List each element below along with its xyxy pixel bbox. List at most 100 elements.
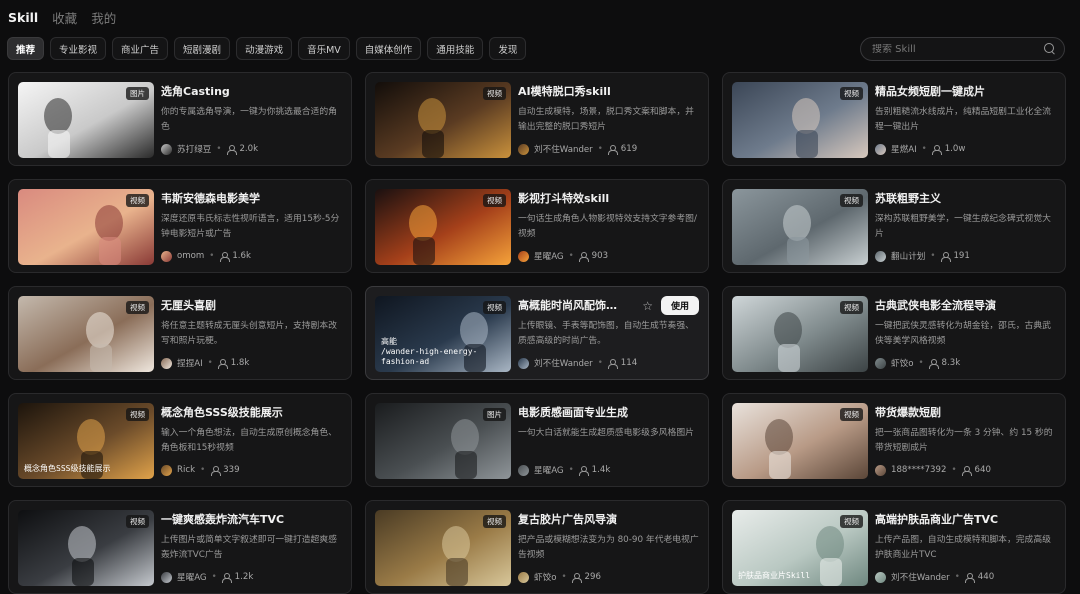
card-thumbnail: 视频: [375, 510, 511, 586]
separator-dot: •: [918, 358, 924, 368]
skill-card[interactable]: 视频 带货爆款短剧 把一张商品图转化为一条 3 分钟、约 15 秒的带货短剧成片…: [722, 393, 1066, 487]
card-thumbnail: 图片: [375, 403, 511, 479]
avatar: [518, 357, 529, 369]
card-meta: 捏捏AI • 1.8k: [161, 356, 342, 370]
user-count: 1.6k: [232, 251, 251, 261]
media-type-badge: 视频: [126, 408, 149, 421]
avatar: [875, 571, 886, 583]
user-count: 191: [953, 251, 970, 261]
media-type-badge: 视频: [483, 87, 506, 100]
avatar: [161, 143, 172, 155]
skill-card[interactable]: 视频 韦斯安德森电影美学 深度还原韦氏标志性视听语言，适用15秒-5分钟电影短片…: [8, 179, 352, 273]
author-name[interactable]: omom: [177, 251, 204, 261]
author-name[interactable]: 刘不住Wander: [534, 357, 593, 369]
thumbnail-caption-line: 高能: [381, 337, 397, 346]
avatar: [875, 143, 886, 155]
category-anime-game[interactable]: 动漫游戏: [236, 37, 293, 60]
user-icon: [962, 465, 973, 476]
media-type-badge: 视频: [483, 301, 506, 314]
card-thumbnail: 护肤品商业片Skill 视频: [732, 510, 868, 586]
thumbnail-caption: 护肤品商业片Skill: [738, 571, 810, 581]
user-count: 114: [620, 358, 638, 368]
category-film[interactable]: 专业影视: [50, 37, 107, 60]
skill-card[interactable]: 视频 AI模特脱口秀skill 自动生成模特，场景，脱口秀文案和脚本，并输出完整…: [365, 72, 709, 166]
avatar: [518, 571, 529, 583]
author-name[interactable]: 星燃AI: [891, 143, 917, 155]
skill-card[interactable]: 视频 精品女频短剧一键成片 告别粗糙流水线成片，纯精品短剧工业化全流程一键出片 …: [722, 72, 1066, 166]
nav-skill[interactable]: Skill: [8, 10, 38, 25]
avatar: [161, 464, 172, 476]
card-title: 带货爆款短剧: [875, 406, 941, 419]
author-name[interactable]: Rick: [177, 465, 195, 475]
skill-card[interactable]: 视频 苏联粗野主义 深构苏联粗野美学，一键生成纪念碑式视觉大片 翻山计划 • 1…: [722, 179, 1066, 273]
user-icon: [579, 251, 590, 262]
user-count: 903: [591, 251, 609, 261]
skill-card[interactable]: 视频 古典武侠电影全流程导演 一键把武侠灵感转化为胡金铨，邵氏，古典武侠等美学风…: [722, 286, 1066, 380]
skill-card[interactable]: 图片 电影质感画面专业生成 一句大白话就能生成超质感电影级多风格图片 星曜AG …: [365, 393, 709, 487]
category-music-mv[interactable]: 音乐MV: [298, 37, 350, 60]
author-name[interactable]: 苏打绿豆: [177, 143, 211, 155]
nav-favorites[interactable]: 收藏: [52, 8, 77, 27]
user-count: 1.4k: [591, 465, 611, 475]
separator-dot: •: [568, 465, 574, 475]
separator-dot: •: [951, 465, 957, 475]
user-icon: [608, 358, 619, 369]
author-name[interactable]: 星曜AG: [534, 464, 564, 476]
author-name[interactable]: 捏捏AI: [177, 357, 203, 369]
star-icon[interactable]: ☆: [642, 300, 653, 312]
user-icon: [210, 465, 221, 476]
author-name[interactable]: 刘不住Wander: [534, 143, 593, 155]
skill-card[interactable]: 高能/wander-high-energy-fashion-ad 视频 高概能时…: [365, 286, 709, 380]
card-description: 将任意主题转成无厘头创意短片，支持剧本改写和照片玩梗。: [161, 321, 337, 346]
author-name[interactable]: 星曜AG: [534, 250, 564, 262]
category-short-drama[interactable]: 短剧漫剧: [174, 37, 231, 60]
card-description: 一句话生成角色人物影视特效支持文字参考图/视频: [518, 214, 697, 239]
category-general[interactable]: 通用技能: [427, 37, 484, 60]
author-name[interactable]: 翻山计划: [891, 250, 925, 262]
card-description: 你的专属选角导演，一键为你挑选最合适的角色: [161, 107, 337, 132]
thumbnail-caption: 高能/wander-high-energy-fashion-ad: [381, 337, 511, 367]
media-type-badge: 视频: [126, 194, 149, 207]
skill-card[interactable]: 视频 一键爽感轰炸流汽车TVC 上传图片或简单文字叙述即可一键打造超爽感轰炸流T…: [8, 500, 352, 594]
author-name[interactable]: 刘不住Wander: [891, 571, 950, 583]
separator-dot: •: [200, 465, 206, 475]
category-self-media[interactable]: 自媒体创作: [355, 37, 422, 60]
search-input[interactable]: [872, 43, 1044, 55]
media-type-badge: 视频: [840, 408, 863, 421]
category-recommend[interactable]: 推荐: [7, 37, 45, 60]
card-description: 把一张商品图转化为一条 3 分钟、约 15 秒的带货短剧成片: [875, 428, 1053, 453]
avatar: [518, 250, 529, 262]
skill-grid: 图片 选角Casting 你的专属选角导演，一键为你挑选最合适的角色 苏打绿豆 …: [8, 72, 1066, 594]
skill-card[interactable]: 视频 影视打斗特效skill 一句话生成角色人物影视特效支持文字参考图/视频 星…: [365, 179, 709, 273]
author-name[interactable]: 虾饺o: [891, 357, 913, 369]
card-description: 上传图片或简单文字叙述即可一键打造超爽感轰炸流TVC广告: [161, 535, 337, 560]
card-thumbnail: 视频: [732, 403, 868, 479]
card-thumbnail: 视频: [18, 296, 154, 372]
user-count: 339: [223, 465, 240, 475]
nav-mine[interactable]: 我的: [91, 8, 116, 27]
author-name[interactable]: 188****7392: [891, 465, 946, 475]
card-meta: 刘不住Wander • 619: [518, 142, 699, 156]
search-box[interactable]: [860, 37, 1065, 61]
user-icon: [932, 144, 943, 155]
skill-card[interactable]: 视频 复古胶片广告风导演 把产品或模糊想法变为为 80-90 年代老电视广告视频…: [365, 500, 709, 594]
skill-card[interactable]: 视频 无厘头喜剧 将任意主题转成无厘头创意短片，支持剧本改写和照片玩梗。 捏捏A…: [8, 286, 352, 380]
use-button[interactable]: 使用: [660, 296, 699, 315]
card-meta: 星燃AI • 1.0w: [875, 142, 1056, 156]
media-type-badge: 视频: [840, 87, 863, 100]
author-name[interactable]: 虾饺o: [534, 571, 556, 583]
avatar: [518, 464, 529, 476]
search-icon[interactable]: [1044, 43, 1056, 55]
card-thumbnail: 视频: [732, 189, 868, 265]
skill-card[interactable]: 图片 选角Casting 你的专属选角导演，一键为你挑选最合适的角色 苏打绿豆 …: [8, 72, 352, 166]
user-icon: [572, 572, 583, 583]
user-count: 296: [584, 572, 601, 582]
category-commercial[interactable]: 商业广告: [112, 37, 169, 60]
category-discover[interactable]: 发现: [489, 37, 527, 60]
skill-card[interactable]: 概念角色SSS级技能展示 视频 概念角色SSS级技能展示 输入一个角色想法，自动…: [8, 393, 352, 487]
skill-card[interactable]: 护肤品商业片Skill 视频 高端护肤品商业广告TVC 上传产品图，自动生成模特…: [722, 500, 1066, 594]
avatar: [161, 357, 172, 369]
separator-dot: •: [954, 572, 960, 582]
author-name[interactable]: 星曜AG: [177, 571, 207, 583]
card-meta: 苏打绿豆 • 2.0k: [161, 142, 342, 156]
